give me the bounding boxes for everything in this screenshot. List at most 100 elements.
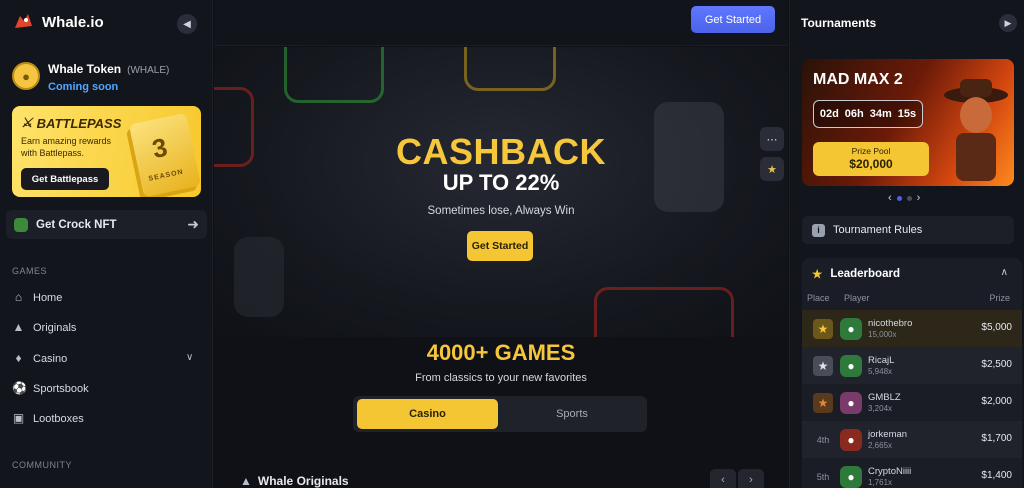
arrow-right-icon: ➜ xyxy=(187,216,199,232)
hero-headline: CASHBACK xyxy=(396,131,606,172)
timer-days: 02d xyxy=(819,108,839,120)
leaderboard-row[interactable]: ★ ● RicajL 5,948x $2,500 xyxy=(802,347,1022,384)
tab-sports[interactable]: Sports xyxy=(501,399,643,429)
player-name: nicothebro xyxy=(868,318,913,329)
cashback-hero: CASHBACK UP TO 22% Sometimes lose, Alway… xyxy=(214,47,788,337)
carousel-next-button[interactable]: › xyxy=(917,192,921,204)
player-prize: $2,500 xyxy=(981,359,1012,370)
bronze-trophy-icon: ★ xyxy=(813,393,833,413)
leaderboard-title: Leaderboard xyxy=(830,268,900,280)
whale-originals-heading: ▲ Whale Originals xyxy=(240,474,349,488)
collapse-sidebar-button[interactable]: ◀ xyxy=(177,14,197,34)
player-prize: $1,700 xyxy=(981,433,1012,444)
nav-item-home[interactable]: ⌂ Home xyxy=(12,291,62,304)
player-prize: $2,000 xyxy=(981,396,1012,407)
sportsbook-icon: ⚽ xyxy=(12,381,27,395)
column-player: Player xyxy=(844,293,870,303)
prize-pool: Prize Pool $20,000 xyxy=(813,142,929,176)
player-multiplier: 15,000x xyxy=(868,330,897,339)
player-avatar: ● xyxy=(840,355,862,377)
originals-icon: ▲ xyxy=(12,320,25,334)
section-title: Whale Originals xyxy=(257,474,349,488)
games-subtitle: From classics to your new favorites xyxy=(415,372,587,384)
player-avatar: ● xyxy=(840,429,862,451)
nav-item-label: Originals xyxy=(33,321,77,334)
carousel-prev-button[interactable]: ‹ xyxy=(888,192,892,204)
leaderboard-row[interactable]: ★ ● GMBLZ 3,204x $2,000 xyxy=(802,384,1022,421)
chevron-left-icon: ‹ xyxy=(721,474,725,486)
tournament-banner[interactable]: MAD MAX 2 02d 06h 34m 15s Prize Pool $20… xyxy=(802,59,1014,186)
player-place: 5th xyxy=(816,472,830,482)
player-avatar: ● xyxy=(840,318,862,340)
timer-seconds: 15s xyxy=(897,108,917,120)
leaderboard-row[interactable]: 5th ● CryptoNiiii 1,761x $1,400 xyxy=(802,458,1022,488)
logo[interactable]: Whale.io xyxy=(12,10,104,34)
nav-item-originals[interactable]: ▲ Originals xyxy=(12,320,77,334)
logo-text: Whale.io xyxy=(42,13,104,31)
whale-token[interactable]: ● Whale Token (WHALE) Coming soon xyxy=(12,62,169,93)
games-title: 4000+ GAMES xyxy=(426,340,576,365)
get-crock-nft-button[interactable]: Get Crock NFT ➜ xyxy=(6,210,207,239)
season-card-image: 3 SEASON xyxy=(128,112,201,197)
originals-icon: ▲ xyxy=(240,474,252,488)
player-name: GMBLZ xyxy=(868,392,901,403)
chevron-right-icon: › xyxy=(749,474,753,486)
player-multiplier: 2,665x xyxy=(868,441,893,450)
hero-get-started-button[interactable]: Get Started xyxy=(467,231,533,261)
hero-tagline: Sometimes lose, Always Win xyxy=(427,205,575,217)
leaderboard: ★ Leaderboard ∧ Place Player Prize ★ ● n… xyxy=(802,258,1022,488)
tab-casino[interactable]: Casino xyxy=(357,399,498,429)
get-battlepass-button[interactable]: Get Battlepass xyxy=(21,168,109,190)
chat-button[interactable]: ⋯ xyxy=(760,127,784,151)
token-symbol: (WHALE) xyxy=(127,65,170,76)
player-name: jorkeman xyxy=(868,429,908,440)
carousel-dot[interactable] xyxy=(906,195,912,201)
trophy-button[interactable]: ★ xyxy=(760,157,784,181)
silver-trophy-icon: ★ xyxy=(813,356,833,376)
carousel-controls: ‹ › xyxy=(888,192,920,204)
battlepass-description: Earn amazing rewards with Battlepass. xyxy=(21,136,112,158)
column-prize: Prize xyxy=(989,293,1010,303)
decor-green-card xyxy=(284,47,384,103)
leaderboard-row[interactable]: ★ ● nicothebro 15,000x $5,000 xyxy=(802,310,1022,347)
battlepass-title-text: BATTLEPASS xyxy=(36,115,122,131)
tournament-rules-button[interactable]: i Tournament Rules xyxy=(802,216,1014,244)
decor-yellow-card xyxy=(464,47,556,91)
community-section-label: COMMUNITY xyxy=(12,460,72,470)
carousel-dot-active[interactable] xyxy=(896,195,902,201)
next-panel-button[interactable]: ▶ xyxy=(999,14,1017,32)
hero-subheadline: UP TO 22% xyxy=(442,170,560,195)
player-name: CryptoNiiii xyxy=(868,466,912,477)
decor-red-card xyxy=(594,287,734,337)
cowboy-character-image xyxy=(944,79,1008,181)
scroll-right-button[interactable]: › xyxy=(738,469,764,488)
gold-trophy-icon: ★ xyxy=(813,319,833,339)
token-name: Whale Token xyxy=(48,62,122,76)
player-avatar: ● xyxy=(840,392,862,414)
whale-token-icon: ● xyxy=(12,62,40,90)
trophy-icon: ★ xyxy=(767,163,777,176)
get-started-button[interactable]: Get Started xyxy=(691,6,775,33)
collapse-leaderboard-button[interactable]: ∧ xyxy=(1001,267,1008,278)
games-category-tabs: Casino Sports xyxy=(353,396,647,432)
chat-icon: ⋯ xyxy=(766,133,778,146)
scroll-left-button[interactable]: ‹ xyxy=(710,469,736,488)
chevron-down-icon[interactable]: ∨ xyxy=(186,352,193,363)
timer-hours: 06h xyxy=(844,108,864,120)
nav-item-sportsbook[interactable]: ⚽ Sportsbook xyxy=(12,382,89,395)
player-multiplier: 1,761x xyxy=(868,478,893,487)
chevron-left-icon: ◀ xyxy=(183,18,191,30)
nav-item-label: Lootboxes xyxy=(33,412,84,425)
rules-label: Tournament Rules xyxy=(833,224,923,236)
player-place: 4th xyxy=(816,435,830,445)
player-avatar: ● xyxy=(840,466,862,488)
season-number: 3 xyxy=(149,131,170,165)
nav-item-casino[interactable]: ♦ Casino xyxy=(12,352,67,365)
crock-icon xyxy=(14,217,28,232)
nav-item-label: Casino xyxy=(33,352,68,365)
player-prize: $5,000 xyxy=(981,322,1012,333)
app-root: Whale.io ◀ ● Whale Token (WHALE) Coming s… xyxy=(0,0,1024,488)
leaderboard-row[interactable]: 4th ● jorkeman 2,665x $1,700 xyxy=(802,421,1022,458)
nav-item-lootboxes[interactable]: ▣ Lootboxes xyxy=(12,412,84,425)
player-prize: $1,400 xyxy=(981,470,1012,481)
